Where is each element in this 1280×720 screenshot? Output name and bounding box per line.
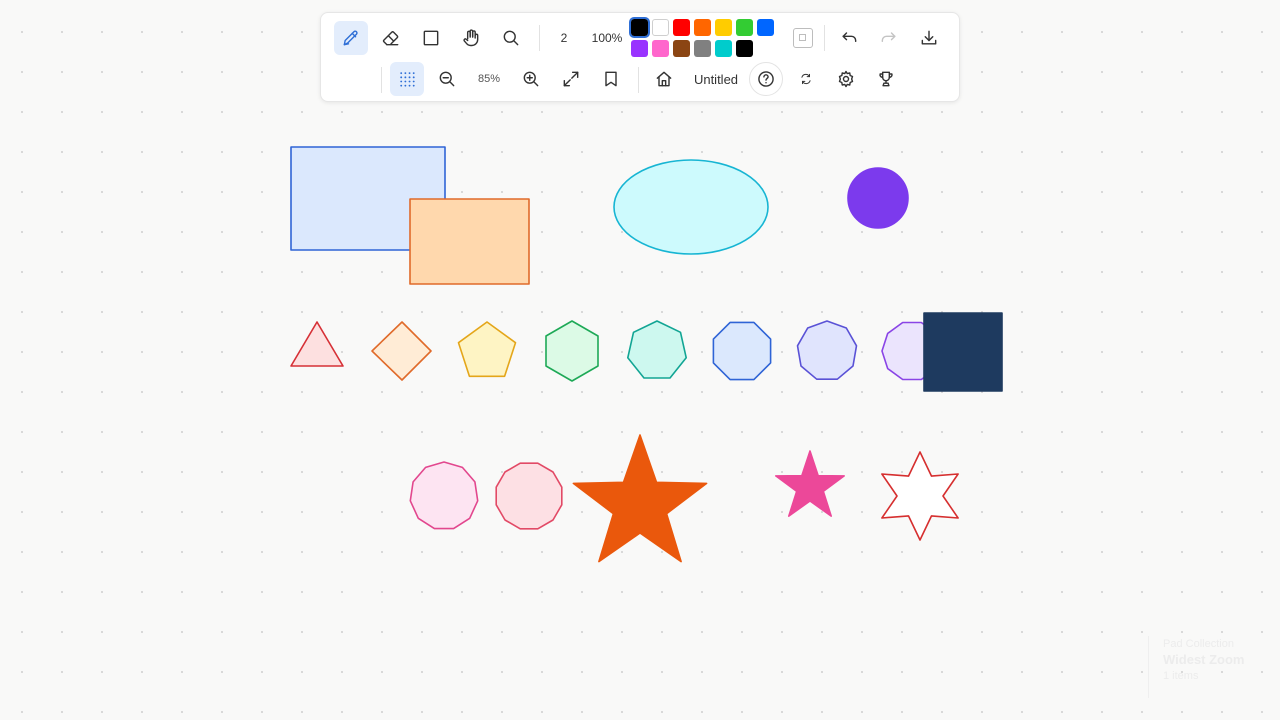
red-six-point-star[interactable] — [881, 451, 959, 541]
collection-watermark: Pad Collection Widest Zoom 1 items — [1148, 636, 1280, 698]
navy-square[interactable] — [923, 312, 1003, 392]
blue-octagon[interactable] — [712, 321, 772, 381]
drawing-canvas[interactable] — [0, 0, 1280, 720]
watermark-line-1: Pad Collection — [1163, 638, 1234, 650]
orange-rectangle[interactable] — [409, 198, 530, 285]
pink-star[interactable] — [774, 450, 846, 517]
cyan-ellipse[interactable] — [613, 159, 769, 255]
orange-diamond[interactable] — [371, 321, 432, 381]
green-hexagon[interactable] — [545, 320, 599, 382]
red-triangle[interactable] — [290, 321, 344, 367]
pink-hendecagon[interactable] — [409, 461, 479, 530]
yellow-pentagon[interactable] — [457, 321, 517, 378]
teal-heptagon[interactable] — [626, 320, 688, 379]
rose-dodecagon[interactable] — [495, 462, 563, 530]
watermark-line-3: 1 items — [1163, 670, 1199, 682]
purple-circle[interactable] — [847, 167, 909, 229]
indigo-nonagon[interactable] — [796, 320, 858, 381]
orange-star[interactable] — [572, 434, 708, 563]
watermark-line-2: Widest Zoom — [1163, 652, 1245, 667]
